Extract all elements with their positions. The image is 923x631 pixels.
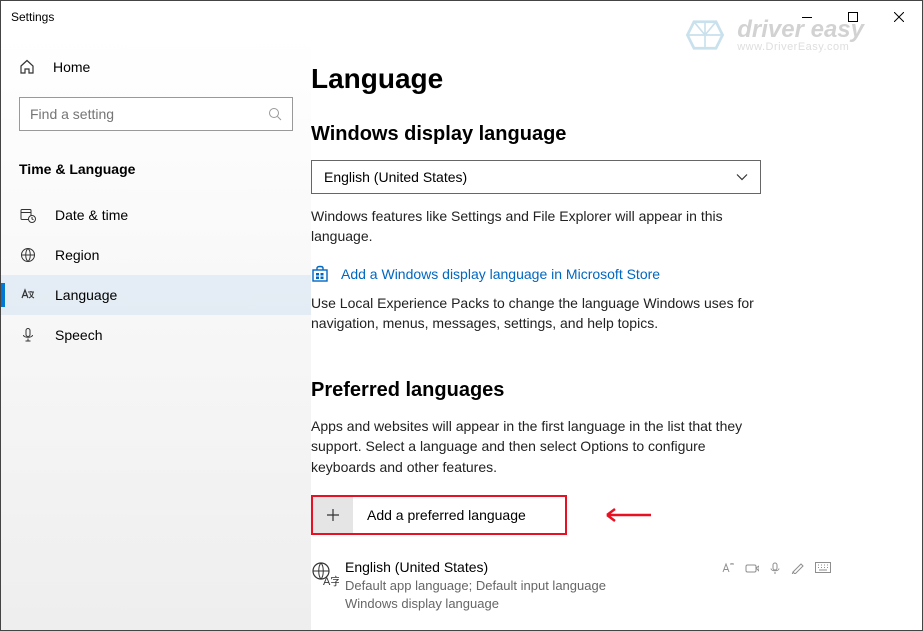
- language-icon: [19, 287, 37, 303]
- main-content: Language Windows display language Englis…: [311, 33, 922, 630]
- speech-recognition-icon: [745, 562, 759, 575]
- sidebar-item-speech[interactable]: Speech: [1, 315, 311, 355]
- preferred-languages-heading: Preferred languages: [311, 379, 882, 402]
- text-to-speech-icon: [721, 562, 735, 575]
- sidebar-item-label: Speech: [55, 327, 102, 343]
- add-language-label: Add a preferred language: [353, 507, 526, 523]
- window-controls: [784, 1, 922, 33]
- maximize-button[interactable]: [830, 1, 876, 33]
- display-language-heading: Windows display language: [311, 123, 882, 146]
- sidebar-item-label: Language: [55, 287, 117, 303]
- page-title: Language: [311, 63, 882, 95]
- search-icon: [268, 107, 282, 121]
- sidebar-item-label: Date & time: [55, 207, 128, 223]
- add-preferred-language-button[interactable]: Add a preferred language: [311, 495, 567, 535]
- language-sub1: Default app language; Default input lang…: [345, 577, 831, 595]
- voice-icon: [769, 562, 781, 575]
- store-icon: [311, 265, 329, 283]
- calendar-clock-icon: [19, 207, 37, 223]
- svg-text:A字: A字: [323, 574, 339, 588]
- annotation-arrow: [601, 507, 651, 523]
- handwriting-icon: [791, 562, 805, 575]
- globe-icon: [19, 247, 37, 263]
- language-feature-icons: [721, 562, 831, 575]
- titlebar: Settings: [1, 1, 922, 33]
- search-box[interactable]: [19, 97, 293, 131]
- sidebar-item-date-time[interactable]: Date & time: [1, 195, 311, 235]
- window-title: Settings: [11, 10, 54, 24]
- close-button[interactable]: [876, 1, 922, 33]
- display-language-dropdown[interactable]: English (United States): [311, 160, 761, 194]
- language-name: English (United States): [345, 559, 488, 575]
- language-entry[interactable]: A字 English (United States) Default app l…: [311, 559, 831, 612]
- dropdown-selected: English (United States): [324, 169, 467, 185]
- preferred-languages-desc: Apps and websites will appear in the fir…: [311, 416, 771, 477]
- home-nav[interactable]: Home: [1, 51, 311, 83]
- plus-icon: [313, 497, 353, 533]
- home-icon: [19, 59, 35, 75]
- search-input[interactable]: [30, 106, 268, 122]
- minimize-button[interactable]: [784, 1, 830, 33]
- sidebar-section-title: Time & Language: [1, 153, 311, 195]
- sidebar-item-label: Region: [55, 247, 99, 263]
- language-sub2: Windows display language: [345, 595, 831, 613]
- sidebar: Home Time & Language Date & time Region: [1, 33, 311, 630]
- experience-packs-desc: Use Local Experience Packs to change the…: [311, 293, 771, 334]
- display-language-desc: Windows features like Settings and File …: [311, 206, 771, 247]
- sidebar-item-language[interactable]: Language: [1, 275, 311, 315]
- microphone-icon: [19, 327, 37, 343]
- chevron-down-icon: [736, 173, 748, 181]
- keyboard-icon: [815, 562, 831, 575]
- sidebar-item-region[interactable]: Region: [1, 235, 311, 275]
- language-entry-icon: A字: [311, 559, 345, 612]
- home-label: Home: [53, 59, 90, 75]
- store-link[interactable]: Add a Windows display language in Micros…: [341, 266, 660, 282]
